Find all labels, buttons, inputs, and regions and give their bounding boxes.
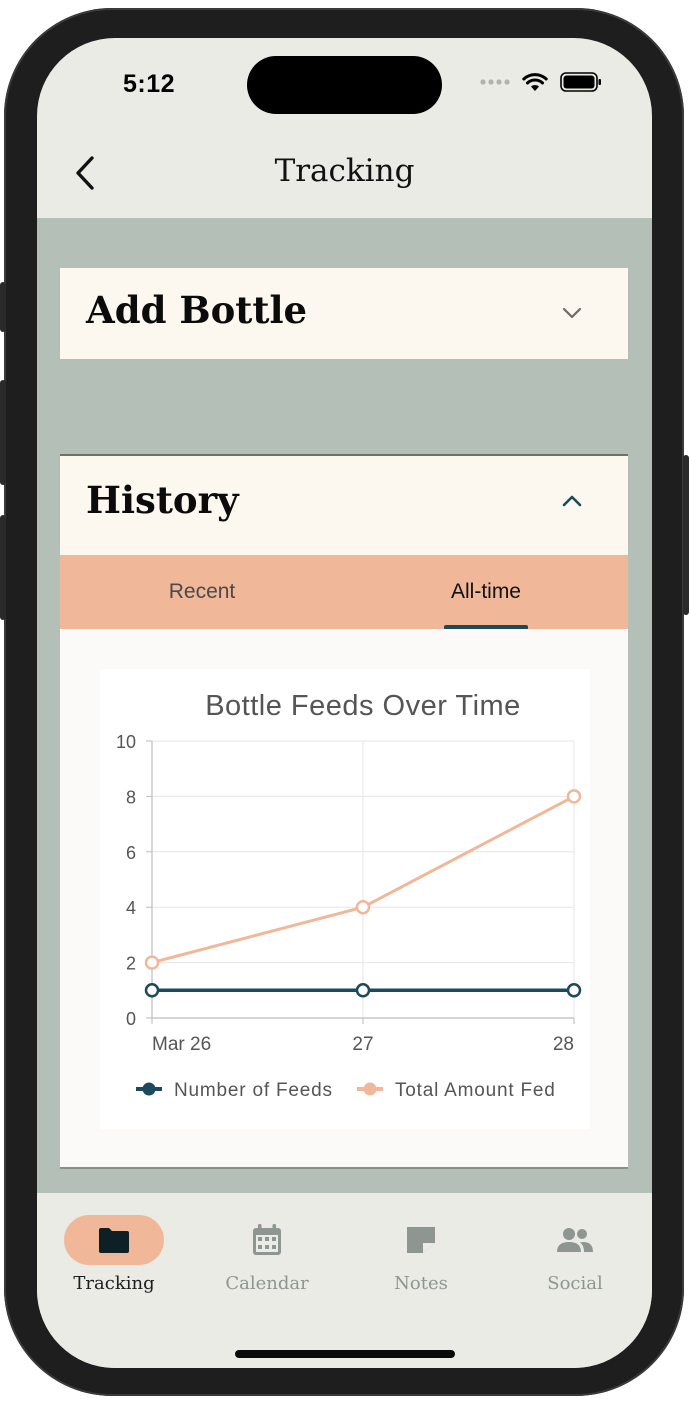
tab-all-time-label: All-time (450, 580, 521, 603)
chevron-up-icon[interactable] (560, 489, 584, 513)
y-tick-label: 0 (126, 1009, 136, 1029)
data-point (566, 789, 582, 804)
y-tick-label: 6 (126, 843, 136, 863)
wifi-icon (522, 73, 548, 91)
legend-marker (142, 1082, 156, 1096)
home-indicator (235, 1350, 455, 1358)
tab-bar-label-notes: Notes (394, 1273, 448, 1294)
y-tick-label: 10 (116, 732, 136, 752)
bottle-feeds-chart: Bottle Feeds Over Time 0 2 4 6 8 10 Mar 26 27 28 N… (116, 690, 582, 1101)
status-time: 5:12 (123, 70, 176, 98)
chart-container: Bottle Feeds Over Time 0 2 4 6 8 10 Mar 26 27 28 N… (100, 669, 590, 1129)
volume-down-button (0, 515, 6, 620)
tab-bar-label-tracking: Tracking (73, 1273, 155, 1294)
tracking-active-pill (64, 1215, 164, 1265)
y-tick-label: 4 (126, 898, 136, 918)
data-point (355, 983, 371, 998)
y-tick-label: 2 (126, 954, 136, 974)
chart-title: Bottle Feeds Over Time (205, 690, 521, 722)
note-icon (407, 1227, 435, 1253)
dynamic-island (247, 56, 442, 114)
navigation-header: Tracking (37, 133, 652, 218)
tab-bar-item-calendar[interactable]: Calendar (207, 1215, 327, 1294)
tab-recent-label: Recent (168, 580, 236, 603)
people-icon (557, 1228, 593, 1252)
add-bottle-title: Add Bottle (86, 288, 308, 332)
data-point (566, 983, 582, 998)
legend-marker (363, 1082, 377, 1096)
legend-label: Total Amount Fed (395, 1080, 556, 1101)
history-section[interactable]: History (60, 454, 628, 557)
volume-up-button (0, 380, 6, 485)
chart-panel: Bottle Feeds Over Time 0 2 4 6 8 10 Mar 26 27 28 N… (60, 629, 628, 1169)
battery-icon (560, 72, 601, 92)
cellular-signal-icon (480, 79, 510, 85)
legend-label: Number of Feeds (174, 1080, 333, 1101)
social-pill (525, 1215, 625, 1265)
tab-recent[interactable]: Recent (160, 555, 244, 629)
data-point (355, 899, 371, 915)
chevron-down-icon[interactable] (560, 301, 584, 325)
tab-all-time[interactable]: All-time (444, 555, 528, 629)
tab-bar-item-social[interactable]: Social (515, 1215, 635, 1294)
tab-bar-label-calendar: Calendar (225, 1273, 309, 1294)
x-tick-label: Mar 26 (152, 1034, 211, 1055)
tab-bar-item-tracking[interactable]: Tracking (54, 1215, 174, 1294)
history-title: History (86, 478, 239, 522)
page-title: Tracking (274, 153, 415, 189)
x-tick-label: 27 (352, 1034, 373, 1055)
notes-pill (371, 1215, 471, 1265)
data-point (144, 955, 160, 970)
tracking-content: Add Bottle History Recent All-time Bottl… (37, 218, 652, 1193)
y-tick-label: 8 (126, 787, 136, 807)
calendar-pill (217, 1215, 317, 1265)
x-tick-label: 28 (553, 1034, 574, 1055)
history-tabs: Recent All-time (60, 555, 628, 629)
silent-switch (0, 282, 6, 332)
tab-bar-label-social: Social (547, 1273, 603, 1294)
folder-icon (99, 1228, 129, 1253)
tab-bar-item-notes[interactable]: Notes (361, 1215, 481, 1294)
data-point (144, 983, 160, 998)
bottom-tab-bar: Tracking Calendar Notes Social (37, 1193, 652, 1368)
app-screen: 5:12 Tracking Add Bottle History Recent … (37, 38, 652, 1368)
power-button (683, 455, 689, 615)
calendar-icon (253, 1224, 281, 1255)
add-bottle-section[interactable]: Add Bottle (60, 268, 628, 359)
status-icons (480, 72, 602, 92)
